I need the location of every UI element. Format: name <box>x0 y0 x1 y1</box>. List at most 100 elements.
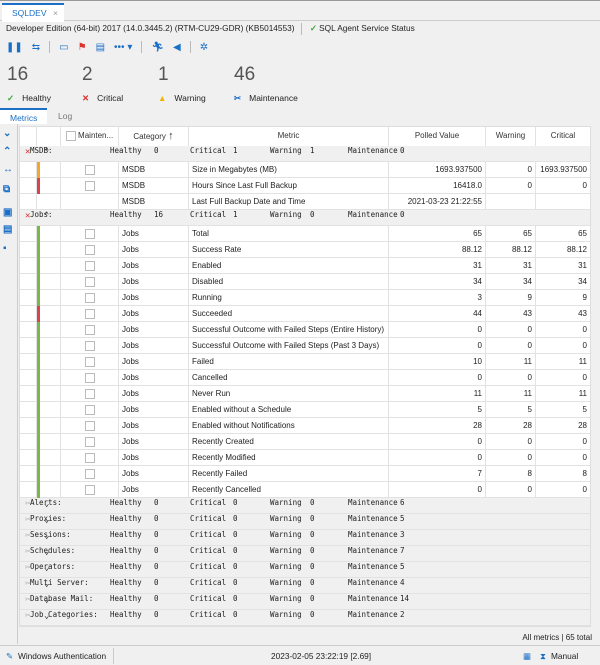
critical-cell[interactable]: 0 <box>536 322 590 338</box>
warning-cell[interactable]: 0 <box>486 434 536 450</box>
group-row[interactable]: ✂ ⌄ Multi Server: Healthy 0 Critical 0 Warning 0… <box>20 578 590 594</box>
critical-cell[interactable]: 88.12 <box>536 242 590 258</box>
metric-row[interactable]: Jobs Recently Failed 7 8 8 <box>20 466 590 482</box>
group-row[interactable]: ✂ ⌄ Job Categories: Healthy 0 Critical 0 Warnin… <box>20 610 590 626</box>
metric-row[interactable]: Jobs Succeeded 44 43 43 <box>20 306 590 322</box>
group-row[interactable]: ✂ ⌄ Operators: Healthy 0 Critical 0 Warning 0 Mai… <box>20 562 590 578</box>
maintenance-checkbox[interactable] <box>84 484 95 495</box>
group-row[interactable]: ✂ ⌄ Alerts: Healthy 0 Critical 0 Warning 0 Mainte… <box>20 498 590 514</box>
flag-icon[interactable]: ⚑ <box>78 42 87 53</box>
critical-cell[interactable]: 65 <box>536 226 590 242</box>
warning-cell[interactable]: 28 <box>486 418 536 434</box>
maintenance-checkbox[interactable] <box>84 180 95 191</box>
warning-cell[interactable] <box>486 194 536 210</box>
counter-icon[interactable]: ▣ <box>3 207 12 218</box>
critical-cell[interactable]: 0 <box>536 370 590 386</box>
group-row[interactable]: ✂ ⌄ Schedules: Healthy 0 Critical 0 Warning 0 Mai… <box>20 546 590 562</box>
warning-cell[interactable]: 65 <box>486 226 536 242</box>
maintenance-checkbox[interactable] <box>84 356 95 367</box>
pause-icon[interactable]: ❚❚ <box>6 42 23 53</box>
critical-cell[interactable]: 9 <box>536 290 590 306</box>
metric-row[interactable]: Jobs Recently Cancelled 0 0 0 <box>20 482 590 498</box>
column-header-category[interactable]: Category ↑ <box>119 127 189 146</box>
column-header-maintenance[interactable]: Mainten... <box>61 127 119 146</box>
metric-row[interactable]: Jobs Failed 10 11 11 <box>20 354 590 370</box>
clipboard-icon[interactable]: ▤ <box>3 224 12 235</box>
group-row[interactable]: ✂ ⌄ Proxies: Healthy 0 Critical 0 Warning 0 Maint… <box>20 514 590 530</box>
copy-icon[interactable]: ⧉ <box>3 184 10 195</box>
warning-cell[interactable]: 9 <box>486 290 536 306</box>
group-row[interactable]: ✂ ⌄ Database Mail: Healthy 0 Critical 0 Warning… <box>20 594 590 610</box>
refresh-icon[interactable]: ⇆ <box>32 42 40 53</box>
critical-cell[interactable]: 43 <box>536 306 590 322</box>
maintenance-checkbox[interactable] <box>84 244 95 255</box>
select-all-checkbox[interactable] <box>65 130 76 141</box>
agent-status-link[interactable]: SQL Agent Service Status <box>319 23 415 33</box>
warning-cell[interactable]: 8 <box>486 466 536 482</box>
maintenance-checkbox[interactable] <box>84 324 95 335</box>
metric-row[interactable]: Jobs Enabled without Notifications 28 28 28 <box>20 418 590 434</box>
maintenance-checkbox[interactable] <box>84 452 95 463</box>
maintenance-checkbox[interactable] <box>84 292 95 303</box>
metric-row[interactable]: Jobs Enabled 31 31 31 <box>20 258 590 274</box>
critical-cell[interactable]: 0 <box>536 338 590 354</box>
warning-cell[interactable]: 0 <box>486 178 536 194</box>
group-row[interactable]: ✕ ⌃ MSDB: Healthy 0 Critical 1 Warning 1 Maintena… <box>20 146 590 162</box>
warning-cell[interactable]: 11 <box>486 354 536 370</box>
warning-cell[interactable]: 0 <box>486 162 536 178</box>
metric-row[interactable]: Jobs Enabled without a Schedule 5 5 5 <box>20 402 590 418</box>
warning-cell[interactable]: 0 <box>486 450 536 466</box>
warning-cell[interactable]: 0 <box>486 370 536 386</box>
metric-row[interactable]: Jobs Recently Created 0 0 0 <box>20 434 590 450</box>
close-icon[interactable]: × <box>53 8 58 18</box>
warning-cell[interactable]: 88.12 <box>486 242 536 258</box>
warning-cell[interactable]: 5 <box>486 402 536 418</box>
critical-cell[interactable]: 8 <box>536 466 590 482</box>
column-header-critical[interactable]: Critical <box>536 127 590 146</box>
critical-cell[interactable]: 28 <box>536 418 590 434</box>
document-icon[interactable]: ▤ <box>96 42 105 53</box>
maintenance-checkbox[interactable] <box>84 372 95 383</box>
critical-cell[interactable]: 0 <box>536 482 590 498</box>
critical-cell[interactable]: 0 <box>536 434 590 450</box>
tab-metrics[interactable]: Metrics <box>0 108 48 124</box>
maintenance-checkbox[interactable] <box>84 468 95 479</box>
metric-row[interactable]: Jobs Cancelled 0 0 0 <box>20 370 590 386</box>
metric-row[interactable]: Jobs Recently Modified 0 0 0 <box>20 450 590 466</box>
maintenance-checkbox[interactable] <box>84 436 95 447</box>
maintenance-checkbox[interactable] <box>84 420 95 431</box>
refresh-mode-label[interactable]: Manual <box>551 651 578 661</box>
warning-cell[interactable]: 34 <box>486 274 536 290</box>
collapse-all-icon[interactable]: ⌃ <box>3 146 11 157</box>
save-icon[interactable]: ▪ <box>3 243 7 254</box>
run-icon[interactable]: 🏃︎ <box>151 42 164 53</box>
metric-row[interactable]: Jobs Success Rate 88.12 88.12 88.12 <box>20 242 590 258</box>
tab-sqldev[interactable]: SQLDEV × <box>2 3 64 22</box>
critical-cell[interactable]: 5 <box>536 402 590 418</box>
warning-cell[interactable]: 0 <box>486 482 536 498</box>
metric-row[interactable]: Jobs Successful Outcome with Failed Steps… <box>20 322 590 338</box>
column-header-warning[interactable]: Warning <box>486 127 536 146</box>
metric-row[interactable]: MSDB Size in Megabytes (MB) 1693.937500 0 16… <box>20 162 590 178</box>
tab-log[interactable]: Log <box>48 108 82 124</box>
resize-columns-icon[interactable]: ↔ <box>3 164 13 175</box>
critical-cell[interactable] <box>536 194 590 210</box>
metric-row[interactable]: Jobs Successful Outcome with Failed Steps… <box>20 338 590 354</box>
column-header-metric[interactable]: Metric <box>189 127 389 146</box>
maintenance-checkbox[interactable] <box>84 340 95 351</box>
critical-cell[interactable]: 31 <box>536 258 590 274</box>
critical-cell[interactable]: 1693.937500 <box>536 162 590 178</box>
group-row[interactable]: ✕ ⌃ Jobs: Healthy 16 Critical 1 Warning 0 Mainten… <box>20 210 590 226</box>
column-header-polled[interactable]: Polled Value <box>389 127 486 146</box>
metric-row[interactable]: Jobs Total 65 65 65 <box>20 226 590 242</box>
maintenance-checkbox[interactable] <box>84 228 95 239</box>
settings-icon[interactable]: ✲ <box>200 42 208 53</box>
calendar-icon[interactable]: ▦ <box>523 651 531 661</box>
maintenance-checkbox[interactable] <box>84 260 95 271</box>
announce-icon[interactable]: ◀ <box>173 42 181 53</box>
warning-cell[interactable]: 0 <box>486 322 536 338</box>
maintenance-checkbox[interactable] <box>84 276 95 287</box>
metric-row[interactable]: Jobs Disabled 34 34 34 <box>20 274 590 290</box>
warning-cell[interactable]: 43 <box>486 306 536 322</box>
more-icon[interactable]: ••• ▾ <box>114 42 132 53</box>
